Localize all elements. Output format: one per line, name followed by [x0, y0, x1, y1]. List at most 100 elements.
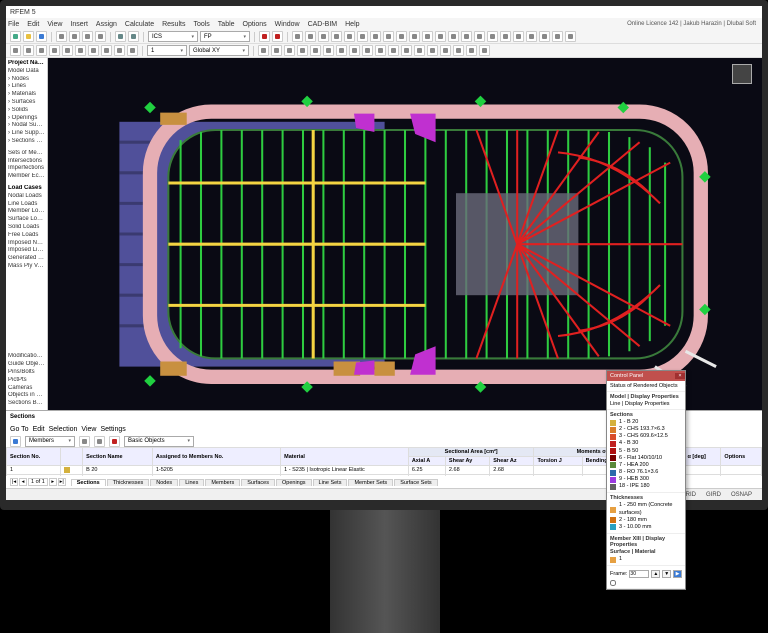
col-Az[interactable]: Shear Az: [490, 457, 534, 466]
toolbar-button[interactable]: [370, 31, 381, 42]
toolbar-button[interactable]: [75, 45, 86, 56]
col-no[interactable]: Section No.: [7, 448, 61, 466]
col-alpha[interactable]: α [deg]: [684, 448, 721, 466]
nav-item[interactable]: Member Loads: [8, 208, 45, 216]
toolbar-button[interactable]: [305, 31, 316, 42]
nav-item[interactable]: Nodal Loads: [8, 193, 45, 201]
toolbar-button[interactable]: [127, 45, 138, 56]
col-Ay[interactable]: Shear Ay: [445, 457, 489, 466]
cp-section-row[interactable]: 9 - HEB 300: [610, 476, 682, 483]
toolbar-button[interactable]: [461, 31, 472, 42]
toolbar-button[interactable]: [526, 31, 537, 42]
tab-nodes[interactable]: Nodes: [150, 479, 178, 486]
col-color[interactable]: [61, 448, 83, 466]
toolbar-button[interactable]: [349, 45, 360, 56]
toolbar-button[interactable]: [331, 31, 342, 42]
nav-item[interactable]: Sets of Members: [8, 150, 45, 158]
menu-cadbim[interactable]: CAD-BIM: [308, 21, 338, 28]
cp-checkbox[interactable]: [610, 580, 616, 586]
menu-view[interactable]: View: [47, 21, 62, 28]
open-file-icon[interactable]: [23, 31, 34, 42]
frame-down-icon[interactable]: ▼: [662, 570, 671, 578]
toolbar-button[interactable]: [474, 31, 485, 42]
table-menu-view[interactable]: View: [81, 426, 96, 433]
nav-item[interactable]: Imposed Nodal Deformat.: [8, 240, 45, 248]
toolbar-button[interactable]: [513, 31, 524, 42]
calculate-icon[interactable]: [259, 31, 270, 42]
save-icon[interactable]: [36, 31, 47, 42]
toolbar-button[interactable]: [101, 45, 112, 56]
toolbar-button[interactable]: [479, 45, 490, 56]
toolbar-button[interactable]: [466, 45, 477, 56]
nav-item[interactable]: › Surfaces: [8, 99, 45, 107]
coord-system-combo[interactable]: Global XY: [189, 45, 249, 56]
toolbar-button[interactable]: [23, 45, 34, 56]
play-icon[interactable]: ▶: [673, 570, 682, 578]
col-opt[interactable]: Options: [721, 448, 762, 466]
table-mode-combo[interactable]: Basic Objects: [124, 436, 194, 447]
toolbar-button[interactable]: [310, 45, 321, 56]
menu-results[interactable]: Results: [162, 21, 185, 28]
pager-prev[interactable]: ◂: [19, 478, 27, 486]
table-filter-combo[interactable]: Members: [25, 436, 75, 447]
tab-linesets[interactable]: Line Sets: [313, 479, 348, 486]
toolbar-button[interactable]: [344, 31, 355, 42]
tab-membersets[interactable]: Member Sets: [348, 479, 393, 486]
toolbar-button[interactable]: [388, 45, 399, 56]
toolbar-button[interactable]: [401, 45, 412, 56]
cp-section-row[interactable]: 7 - HEA 200: [610, 462, 682, 469]
menu-options[interactable]: Options: [243, 21, 267, 28]
nav-item[interactable]: Imperfections: [8, 165, 45, 173]
table-menu-goto[interactable]: Go To: [10, 426, 29, 433]
toolbar-button[interactable]: [500, 31, 511, 42]
table-prev-icon[interactable]: [79, 436, 90, 447]
toolbar-button[interactable]: [409, 31, 420, 42]
toolbar-button[interactable]: [114, 45, 125, 56]
table-delete-icon[interactable]: [109, 436, 120, 447]
nav-item[interactable]: PictPts: [8, 377, 45, 385]
toolbar-button[interactable]: [453, 45, 464, 56]
tab-thicknesses[interactable]: Thicknesses: [107, 479, 150, 486]
toolbar-button[interactable]: [271, 45, 282, 56]
table-menu-edit[interactable]: Edit: [33, 426, 45, 433]
nav-item[interactable]: › Materials: [8, 91, 45, 99]
toolbar-button[interactable]: [362, 45, 373, 56]
status-gird[interactable]: GIRD: [706, 492, 721, 498]
cp-section-row[interactable]: 2 - CHS 193.7×6.3: [610, 426, 682, 433]
cp-section-row[interactable]: 5 - B 50: [610, 448, 682, 455]
toolbar-button[interactable]: [323, 45, 334, 56]
nav-item[interactable]: Sections By Menu: [8, 400, 45, 408]
view-cube[interactable]: [732, 64, 752, 84]
toolbar-button[interactable]: [62, 45, 73, 56]
nav-item[interactable]: Load Cases: [8, 185, 45, 193]
toolbar-button[interactable]: [487, 31, 498, 42]
filter-combo[interactable]: 1: [147, 45, 187, 56]
cp-thickness-row[interactable]: 3 - 10.00 mm: [610, 524, 682, 531]
paste-icon[interactable]: [95, 31, 106, 42]
tab-surfacesets[interactable]: Surface Sets: [394, 479, 438, 486]
frame-input[interactable]: [629, 570, 649, 578]
nav-item[interactable]: Imposed Line Deformat.: [8, 247, 45, 255]
nav-item[interactable]: Pins/Bolts: [8, 369, 45, 377]
toolbar-button[interactable]: [88, 45, 99, 56]
status-osnap[interactable]: OSNAP: [731, 492, 752, 498]
close-icon[interactable]: ×: [675, 373, 685, 379]
toolbar-button[interactable]: [10, 45, 21, 56]
copy-icon[interactable]: [82, 31, 93, 42]
cp-thickness-row[interactable]: 1 - 250 mm (Concrete surfaces): [610, 502, 682, 516]
nav-item[interactable]: Line Loads: [8, 201, 45, 209]
nav-item[interactable]: Free Loads: [8, 232, 45, 240]
nav-item[interactable]: Solid Loads: [8, 224, 45, 232]
toolbar-button[interactable]: [396, 31, 407, 42]
toolbar-button[interactable]: [422, 31, 433, 42]
toolbar-button[interactable]: [565, 31, 576, 42]
tab-openings[interactable]: Openings: [276, 479, 312, 486]
nav-item[interactable]: Intersections: [8, 158, 45, 166]
toolbar-button[interactable]: [49, 45, 60, 56]
cp-section-row[interactable]: 1 - B 20: [610, 419, 682, 426]
col-J[interactable]: Torsion J: [534, 457, 582, 466]
nav-item[interactable]: › Openings: [8, 115, 45, 123]
menu-table[interactable]: Table: [218, 21, 235, 28]
table-menu-selection[interactable]: Selection: [49, 426, 78, 433]
nav-item[interactable]: Guide Objects: [8, 361, 45, 369]
